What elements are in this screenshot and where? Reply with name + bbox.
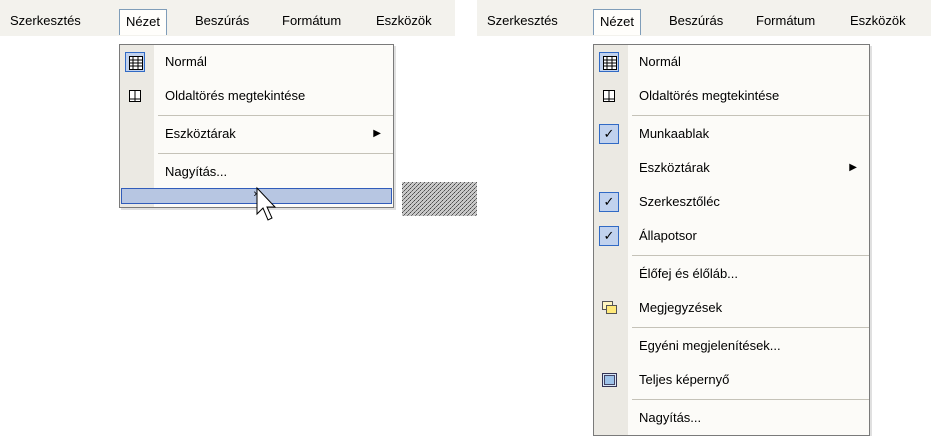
menu-item-comments[interactable]: Megjegyzések	[594, 291, 869, 325]
right-excel-window: Szerkesztés Nézet Beszúrás Formátum Eszk…	[477, 0, 931, 436]
menu-item-label: Normál	[165, 54, 207, 69]
menu-item-formula-bar[interactable]: ✓ Szerkesztőléc	[594, 185, 869, 219]
submenu-arrow-icon: ▶	[849, 162, 857, 173]
menu-formatum[interactable]: Formátum	[750, 10, 821, 32]
menu-item-label: Eszköztárak	[165, 126, 236, 141]
menu-formatum[interactable]: Formátum	[276, 10, 347, 32]
menu-item-label: Munkaablak	[639, 126, 710, 141]
left-nezet-menu: Normál Oldaltörés megtekintése Eszköztár…	[119, 44, 394, 208]
menu-item-task-pane[interactable]: ✓ Munkaablak	[594, 117, 869, 151]
menu-item-full-screen[interactable]: Teljes képernyő	[594, 363, 869, 397]
menu-separator	[158, 153, 393, 154]
menu-item-status-bar[interactable]: ✓ Állapotsor	[594, 219, 869, 253]
right-nezet-menu: Normál Oldaltörés megtekintése ✓ Munkaab…	[593, 44, 870, 436]
left-menubar: Szerkesztés Nézet Beszúrás Formátum Eszk…	[0, 0, 455, 36]
menu-item-header-footer[interactable]: Élőfej és élőláb...	[594, 257, 869, 291]
menu-item-normal[interactable]: Normál	[120, 45, 393, 79]
menu-separator	[632, 327, 869, 328]
menu-item-label: Állapotsor	[639, 228, 697, 243]
full-screen-icon	[599, 370, 619, 390]
checkmark-icon: ✓	[599, 226, 619, 246]
menu-nezet[interactable]: Nézet	[119, 9, 167, 35]
menu-item-label: Oldaltörés megtekintése	[639, 88, 780, 103]
left-excel-window: Szerkesztés Nézet Beszúrás Formátum Eszk…	[0, 0, 455, 221]
normal-view-icon	[599, 52, 619, 72]
menu-szerkesztes[interactable]: Szerkesztés	[4, 10, 87, 32]
menu-item-custom-views[interactable]: Egyéni megjelenítések...	[594, 329, 869, 363]
menu-item-label: Teljes képernyő	[639, 372, 730, 387]
menu-separator	[158, 115, 393, 116]
menu-szerkesztes[interactable]: Szerkesztés	[481, 10, 564, 32]
checkmark-icon: ✓	[599, 124, 619, 144]
menu-item-label: Szerkesztőléc	[639, 194, 720, 209]
menu-item-page-break[interactable]: Oldaltörés megtekintése	[594, 79, 869, 113]
menu-beszuras[interactable]: Beszúrás	[189, 10, 255, 32]
menu-separator	[632, 255, 869, 256]
menu-item-toolbars[interactable]: Eszköztárak ▶	[594, 151, 869, 185]
submenu-arrow-icon: ▶	[373, 128, 381, 139]
mouse-pointer-icon	[256, 186, 277, 221]
menu-separator	[632, 115, 869, 116]
menu-item-label: Nagyítás...	[639, 410, 702, 425]
menu-item-label: Normál	[639, 54, 681, 69]
menu-item-label: Egyéni megjelenítések...	[639, 338, 781, 353]
right-menubar: Szerkesztés Nézet Beszúrás Formátum Eszk…	[477, 0, 931, 36]
menu-item-label: Eszköztárak	[639, 160, 710, 175]
menu-item-page-break[interactable]: Oldaltörés megtekintése	[120, 79, 393, 113]
menu-eszkozok[interactable]: Eszközök	[370, 10, 438, 32]
menu-separator	[632, 399, 869, 400]
page-break-view-icon	[599, 86, 619, 106]
menu-item-label: Oldaltörés megtekintése	[165, 88, 306, 103]
menu-item-toolbars[interactable]: Eszköztárak ▶	[120, 117, 393, 151]
menu-eszkozok[interactable]: Eszközök	[844, 10, 912, 32]
menu-item-zoom[interactable]: Nagyítás...	[120, 155, 393, 189]
comments-icon	[599, 298, 619, 318]
page-break-view-icon	[125, 86, 145, 106]
menu-item-label: Nagyítás...	[165, 164, 228, 179]
normal-view-icon	[125, 52, 145, 72]
menu-nezet[interactable]: Nézet	[593, 9, 641, 35]
menu-item-zoom[interactable]: Nagyítás...	[594, 401, 869, 435]
menu-item-label: Megjegyzések	[639, 300, 723, 315]
menu-item-label: Élőfej és élőláb...	[639, 266, 739, 281]
menu-beszuras[interactable]: Beszúrás	[663, 10, 729, 32]
menu-item-normal[interactable]: Normál	[594, 45, 869, 79]
checkmark-icon: ✓	[599, 192, 619, 212]
